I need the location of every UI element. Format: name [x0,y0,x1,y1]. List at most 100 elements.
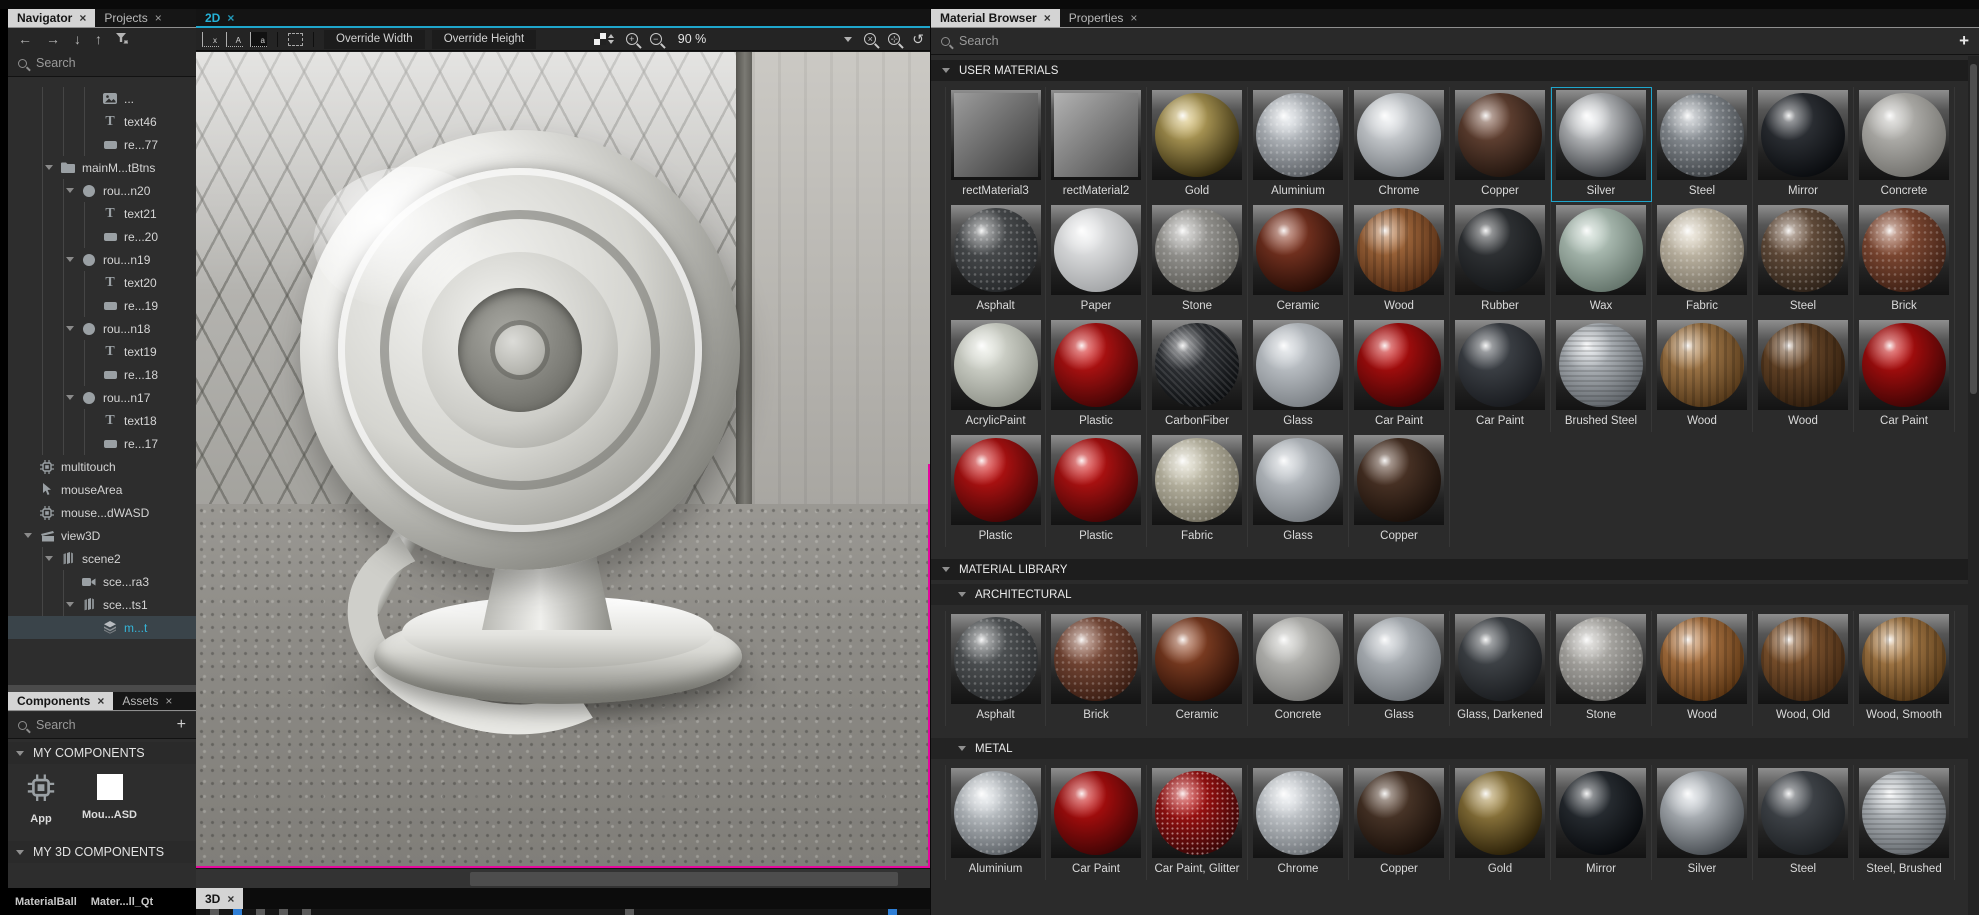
collapse-arrow-icon[interactable] [942,567,950,572]
material-car-paint-glitter[interactable]: Car Paint, Glitter [1147,765,1248,880]
material-steel[interactable]: Steel [1753,202,1854,317]
orbit-icon[interactable] [625,909,634,915]
tree-item-rou-n19[interactable]: rou...n19 [8,248,196,271]
tree-item-text19[interactable]: Ttext19 [8,340,196,363]
navigator-search[interactable]: Search [8,50,196,77]
add-material-button[interactable]: + [1959,31,1969,51]
background-toggle-icon[interactable] [594,33,614,45]
anchor-a-icon[interactable]: A [226,32,243,47]
2d-viewport[interactable] [196,52,930,868]
material-car-paint[interactable]: Car Paint [1450,317,1551,432]
scrollbar-thumb[interactable] [470,872,898,886]
play-pause-icon[interactable] [888,909,897,915]
scrollbar-thumb[interactable] [1970,64,1977,394]
arrow-left-icon[interactable]: ← [18,31,32,47]
tree-item-text21[interactable]: Ttext21 [8,202,196,225]
material-rectmaterial3[interactable]: rectMaterial3 [945,87,1046,202]
material-plastic[interactable]: Plastic [1046,317,1147,432]
zoom-fit-icon[interactable]: ⊹ [888,33,900,45]
snap-tool-icon[interactable] [302,909,311,915]
collapse-arrow-icon[interactable] [942,68,950,73]
tree-item-mousearea[interactable]: mouseArea [8,478,196,501]
component-mou-asd[interactable]: Mou...ASD [82,774,137,825]
material-fabric[interactable]: Fabric [1652,202,1753,317]
material-glass[interactable]: Glass [1248,432,1349,547]
expand-arrow-icon[interactable] [66,395,74,400]
horizontal-scrollbar[interactable] [196,868,930,888]
arrow-right-icon[interactable]: → [46,31,60,47]
close-icon[interactable]: × [155,11,162,25]
material-plastic[interactable]: Plastic [1046,432,1147,547]
anchor-parent-icon[interactable]: a [250,32,267,47]
material-search[interactable]: Search + [931,28,1979,55]
close-icon[interactable]: × [1130,11,1137,25]
material-wood[interactable]: Wood [1652,317,1753,432]
section-my-3d-components[interactable]: MY 3D COMPONENTS [8,841,196,863]
override-height-button[interactable]: Override Height [432,30,537,49]
zoom-in-icon[interactable]: + [626,33,638,45]
tree-item-re-17[interactable]: re...17 [8,432,196,455]
zoom-selection-icon[interactable]: × [864,33,876,45]
status-item[interactable]: Mater...ll_Qt [91,896,153,908]
tree-item-mouse-dwasd[interactable]: mouse...dWASD [8,501,196,524]
collapse-arrow-icon[interactable] [16,850,24,855]
section-architectural[interactable]: ARCHITECTURAL [931,584,1968,605]
expand-arrow-icon[interactable] [24,533,32,538]
material-wood[interactable]: Wood [1753,317,1854,432]
tab-2d[interactable]: 2D× [196,9,243,26]
material-glass-darkened[interactable]: Glass, Darkened [1450,611,1551,726]
material-asphalt[interactable]: Asphalt [945,202,1046,317]
tree-item-mainm-tbtns[interactable]: mainM...tBtns [8,156,196,179]
expand-arrow-icon[interactable] [66,257,74,262]
material-fabric[interactable]: Fabric [1147,432,1248,547]
tree-item-rou-n17[interactable]: rou...n17 [8,386,196,409]
material-ceramic[interactable]: Ceramic [1147,611,1248,726]
tree-item-rou-n20[interactable]: rou...n20 [8,179,196,202]
tree-item-text20[interactable]: Ttext20 [8,271,196,294]
material-wood-smooth[interactable]: Wood, Smooth [1854,611,1955,726]
material-aluminium[interactable]: Aluminium [945,765,1046,880]
material-silver[interactable]: Silver [1551,87,1652,202]
zoom-level[interactable]: 90 % [678,32,707,46]
tab-components[interactable]: Components× [8,692,113,710]
expand-arrow-icon[interactable] [45,556,53,561]
vertical-scrollbar[interactable] [1968,56,1979,915]
tree-item-re-77[interactable]: re...77 [8,133,196,156]
material-mirror[interactable]: Mirror [1551,765,1652,880]
collapse-arrow-icon[interactable] [16,751,24,756]
status-item[interactable]: MaterialBall [15,896,77,908]
rotate-tool-icon[interactable] [256,909,265,915]
dropdown-arrow-icon[interactable] [844,37,852,42]
bounds-icon[interactable] [288,33,303,46]
tab-3d[interactable]: 3D× [196,888,243,909]
material-stone[interactable]: Stone [1147,202,1248,317]
material-rectmaterial2[interactable]: rectMaterial2 [1046,87,1147,202]
material-paper[interactable]: Paper [1046,202,1147,317]
material-car-paint[interactable]: Car Paint [1046,765,1147,880]
material-glass[interactable]: Glass [1248,317,1349,432]
material-car-paint[interactable]: Car Paint [1349,317,1450,432]
material-aluminium[interactable]: Aluminium [1248,87,1349,202]
material-chrome[interactable]: Chrome [1349,87,1450,202]
tree-item-text46[interactable]: Ttext46 [8,110,196,133]
material-steel-brushed[interactable]: Steel, Brushed [1854,765,1955,880]
tab-assets[interactable]: Assets× [113,692,181,710]
components-search[interactable]: Search + [8,712,196,739]
close-icon[interactable]: × [165,694,172,708]
material-wood[interactable]: Wood [1349,202,1450,317]
panel-splitter[interactable] [8,685,196,692]
material-stone[interactable]: Stone [1551,611,1652,726]
tree-item-m-t[interactable]: m...t [8,616,196,639]
material-steel[interactable]: Steel [1753,765,1854,880]
add-component-button[interactable]: + [177,716,186,734]
close-icon[interactable]: × [227,11,234,25]
tree-item-rou-n18[interactable]: rou...n18 [8,317,196,340]
expand-arrow-icon[interactable] [66,326,74,331]
collapse-arrow-icon[interactable] [958,746,966,751]
material-wood-old[interactable]: Wood, Old [1753,611,1854,726]
material-silver[interactable]: Silver [1652,765,1753,880]
material-chrome[interactable]: Chrome [1248,765,1349,880]
close-icon[interactable]: × [1044,11,1051,25]
move-tool-icon[interactable] [233,909,242,915]
material-copper[interactable]: Copper [1349,432,1450,547]
